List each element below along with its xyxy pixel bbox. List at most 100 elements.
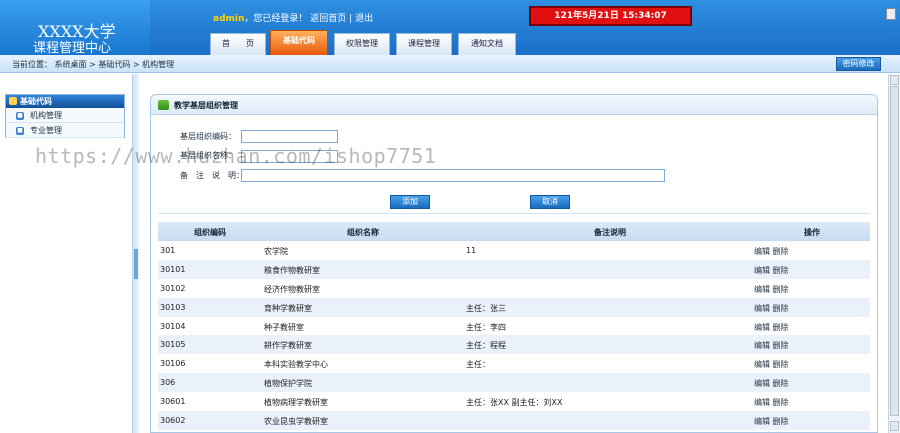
top-header: XXXX大学 课程管理中心 admin，您已经登录！ 返回首页 | 退出 121… [0,0,900,56]
breadcrumb-bar: 当前位置： 系统桌面 > 基础代码 > 机构管理 密码修改 [0,55,900,73]
row-actions: 编辑 删除 [754,378,789,389]
vertical-scrollbar[interactable] [888,74,900,433]
home-link[interactable]: 返回首页 [310,14,346,24]
cell-name: 耕作学教研室 [264,341,312,351]
name-input[interactable] [241,150,338,163]
edit-link[interactable]: 编辑 [754,341,770,350]
org-table: 组织编码 组织名称 备注说明 操作 301 农学院 11 编辑 删除 30101 粮食作物… [158,222,870,430]
welcome-bar: admin，您已经登录！ 返回首页 | 退出 [213,11,373,24]
row-actions: 编辑 删除 [754,416,789,427]
edit-link[interactable]: 编辑 [754,285,770,294]
edit-link[interactable]: 编辑 [754,266,770,275]
edit-link[interactable]: 编辑 [754,398,770,407]
sidebar-splitter[interactable] [133,74,139,433]
link-divider: | [349,14,353,24]
add-button[interactable]: 添加 [390,195,430,209]
scroll-thumb[interactable] [890,86,899,416]
table-row: 30101 粮食作物教研室 编辑 删除 [158,259,870,279]
col-name: 组织名称 [347,228,379,237]
cell-name: 植物保护学院 [264,379,312,389]
clock-display: 121年5月21日 15:34:07 [529,6,692,26]
cell-remark: 主任：程程 [466,341,506,351]
delete-link[interactable]: 删除 [773,285,789,294]
tab-course[interactable]: 课程管理 [396,33,452,55]
sidebar-item-major[interactable]: ■ 专业管理 [6,123,124,138]
delete-link[interactable]: 删除 [773,398,789,407]
edit-link[interactable]: 编辑 [754,379,770,388]
cell-code: 301 [160,246,176,255]
table-row: 30102 经济作物教研室 编辑 删除 [158,279,870,298]
edit-link[interactable]: 编辑 [754,417,770,426]
cell-code: 30103 [160,302,186,312]
tab-home[interactable]: 首 页 [210,33,266,55]
cell-name: 植物病理学教研室 [264,398,328,408]
collapse-arrow-icon[interactable] [134,249,138,279]
delete-link[interactable]: 删除 [773,341,789,350]
window-button[interactable] [886,8,896,20]
sidebar-menu: 基础代码 ■ 机构管理 ■ 专业管理 [5,94,125,138]
table-row: 30103 育种学教研室 主任：张三 编辑 删除 [158,297,870,317]
scroll-up-icon[interactable] [890,75,899,85]
delete-link[interactable]: 删除 [773,304,789,313]
cell-code: 30602 [160,416,186,426]
delete-link[interactable]: 删除 [773,417,789,426]
document-icon: ■ [16,127,24,135]
org-icon [158,100,169,110]
cell-name: 本科实验教学中心 [264,360,328,370]
tab-notice[interactable]: 通知文档 [458,33,516,55]
cell-remark: 11 [466,246,477,255]
remark-input[interactable] [241,169,665,182]
sidebar-item-org[interactable]: ■ 机构管理 [6,108,124,123]
delete-link[interactable]: 删除 [773,266,789,275]
edit-link[interactable]: 编辑 [754,247,770,256]
cell-name: 粮食作物教研室 [264,265,320,275]
sidebar-item-label: 机构管理 [30,111,62,120]
folder-icon [9,97,17,105]
login-status: ，您已经登录！ [244,14,308,24]
remark-label: 备 注 说 明： [180,171,244,180]
cell-name: 育种学教研室 [264,303,312,313]
sidebar: 基础代码 ■ 机构管理 ■ 专业管理 [0,74,133,433]
cancel-button[interactable]: 取消 [530,195,570,209]
scroll-down-icon[interactable] [890,421,899,431]
table-row: 30104 种子教研室 主任：李四 编辑 删除 [158,317,870,336]
col-code: 组织编码 [194,228,226,237]
code-label: 基层组织编码： [180,132,236,141]
code-input[interactable] [241,130,338,143]
name-label: 基层组织名称： [180,151,236,160]
cell-code: 30105 [160,340,186,350]
logo: XXXX大学 课程管理中心 [0,0,150,56]
delete-link[interactable]: 删除 [773,360,789,369]
col-remark: 备注说明 [594,228,626,237]
logo-center: 课程管理中心 [33,41,112,56]
edit-link[interactable]: 编辑 [754,360,770,369]
tab-permission[interactable]: 权限管理 [334,33,390,55]
delete-link[interactable]: 删除 [773,247,789,256]
edit-link[interactable]: 编辑 [754,304,770,313]
delete-link[interactable]: 删除 [773,379,789,388]
delete-link[interactable]: 删除 [773,323,789,332]
edit-link[interactable]: 编辑 [754,323,770,332]
row-actions: 编辑 删除 [754,265,789,276]
row-actions: 编辑 删除 [754,322,789,333]
col-ops: 操作 [804,228,820,237]
cell-code: 30601 [160,397,186,407]
sidebar-title-label: 基础代码 [20,97,52,106]
sidebar-title[interactable]: 基础代码 [6,95,124,108]
table-row: 30105 耕作学教研室 主任：程程 编辑 删除 [158,335,870,355]
row-actions: 编辑 删除 [754,303,789,314]
row-actions: 编辑 删除 [754,340,789,351]
cell-code: 30101 [160,264,186,274]
change-password-button[interactable]: 密码修改 [836,57,881,71]
cell-code: 306 [160,378,176,388]
sidebar-item-label: 专业管理 [30,126,62,135]
row-actions: 编辑 删除 [754,397,789,408]
table-row: 30106 本科实验教学中心 主任： 编辑 删除 [158,354,870,373]
cell-remark: 主任：张XX 副主任：刘XX [466,398,563,408]
cell-name: 经济作物教研室 [264,284,320,294]
cell-remark: 主任： [466,360,490,370]
logout-link[interactable]: 退出 [355,14,373,24]
tab-basic-code[interactable]: 基础代码 [270,30,328,55]
document-icon: ■ [16,112,24,120]
cell-name: 农业昆虫学教研室 [264,417,328,427]
